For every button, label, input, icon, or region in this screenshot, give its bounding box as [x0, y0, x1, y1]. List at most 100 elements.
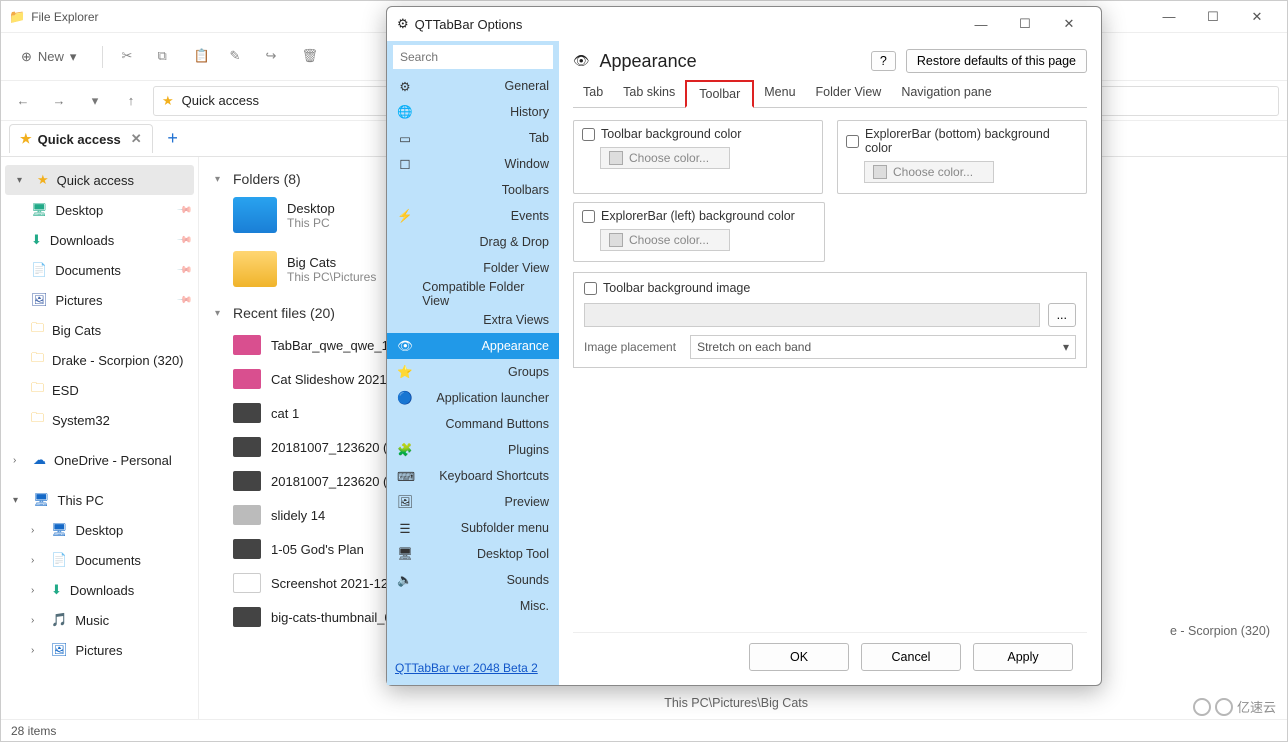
tree-onedrive[interactable]: ›☁OneDrive - Personal	[1, 445, 198, 475]
file-name: cat 1	[271, 406, 299, 421]
chk-toolbar-bg[interactable]: Toolbar background color	[582, 127, 814, 141]
cat-tab[interactable]: ▭Tab	[387, 125, 559, 151]
tree-esd[interactable]: 🗀ESD	[1, 375, 198, 405]
dlg-maximize-button[interactable]: ☐	[1003, 10, 1047, 38]
tree-documents[interactable]: 📄Documents	[1, 255, 198, 285]
checkbox[interactable]	[582, 128, 595, 141]
choose-color-button[interactable]: Choose color...	[600, 147, 730, 169]
tree-drake[interactable]: 🗀Drake - Scorpion (320)	[1, 345, 198, 375]
share-icon[interactable]: ↪	[265, 48, 283, 66]
version-link[interactable]: QTTabBar ver 2048 Beta 2	[395, 661, 551, 675]
paste-icon[interactable]: 📋	[193, 48, 211, 66]
cat-misc[interactable]: Misc.	[387, 593, 559, 619]
ok-button[interactable]: OK	[749, 643, 849, 671]
rename-icon[interactable]: ✎	[229, 48, 247, 66]
search-input[interactable]	[393, 45, 553, 69]
cat-cmdbuttons[interactable]: Command Buttons	[387, 411, 559, 437]
chk-toolbar-image[interactable]: Toolbar background image	[584, 281, 1076, 295]
cat-label: Folder View	[483, 261, 549, 275]
restore-defaults-button[interactable]: Restore defaults of this page	[906, 49, 1087, 73]
cat-label: Desktop Tool	[477, 547, 549, 561]
cat-label: Misc.	[520, 599, 549, 613]
image-path-input[interactable]	[584, 303, 1040, 327]
tree-thispc[interactable]: ▾🖥This PC	[1, 485, 198, 515]
choose-color-button[interactable]: Choose color...	[600, 229, 730, 251]
cat-appearance[interactable]: 👁Appearance	[387, 333, 559, 359]
chk-explorerbar-bottom[interactable]: ExplorerBar (bottom) background color	[846, 127, 1078, 155]
tab-navpane[interactable]: Navigation pane	[891, 79, 1001, 107]
cat-label: Subfolder menu	[461, 521, 549, 535]
cat-extraviews[interactable]: Extra Views	[387, 307, 559, 333]
cat-desktoptool[interactable]: 🖥Desktop Tool	[387, 541, 559, 567]
cat-preview[interactable]: 🖼Preview	[387, 489, 559, 515]
tree-system32[interactable]: 🗀System32	[1, 405, 198, 435]
tab-quick-access[interactable]: ★ Quick access ✕	[9, 124, 153, 153]
cat-window[interactable]: ☐Window	[387, 151, 559, 177]
checkbox[interactable]	[584, 282, 597, 295]
dlg-minimize-button[interactable]: —	[959, 10, 1003, 38]
choose-color-button[interactable]: Choose color...	[864, 161, 994, 183]
apply-button[interactable]: Apply	[973, 643, 1073, 671]
tree-pc-desktop[interactable]: ›🖥Desktop	[1, 515, 198, 545]
cut-icon[interactable]: ✂	[121, 48, 139, 66]
tree-label: Downloads	[50, 233, 114, 248]
thumb-icon	[233, 437, 261, 457]
recent-dropdown[interactable]: ▾	[81, 87, 109, 115]
back-button[interactable]: ←	[9, 87, 37, 115]
items-count: 28 items	[11, 724, 56, 738]
cat-toolbars[interactable]: Toolbars	[387, 177, 559, 203]
cancel-button[interactable]: Cancel	[861, 643, 961, 671]
close-button[interactable]: ✕	[1235, 3, 1279, 31]
cat-groups[interactable]: ⭐Groups	[387, 359, 559, 385]
cat-sounds[interactable]: 🔈Sounds	[387, 567, 559, 593]
tab-menu[interactable]: Menu	[754, 79, 805, 107]
dialog-sidebar: ⚙General 🌐History ▭Tab ☐Window Toolbars …	[387, 41, 559, 685]
cat-history[interactable]: 🌐History	[387, 99, 559, 125]
tree-bigcats[interactable]: 🗀Big Cats	[1, 315, 198, 345]
maximize-button[interactable]: ☐	[1191, 3, 1235, 31]
tree-pc-pictures[interactable]: ›🖼Pictures	[1, 635, 198, 665]
cat-events[interactable]: ⚡Events	[387, 203, 559, 229]
forward-button[interactable]: →	[45, 87, 73, 115]
checkbox[interactable]	[582, 210, 595, 223]
cat-compat[interactable]: Compatible Folder View	[387, 281, 559, 307]
tab-folderview[interactable]: Folder View	[806, 79, 892, 107]
cat-label: Window	[505, 157, 549, 171]
cat-applauncher[interactable]: 🔵Application launcher	[387, 385, 559, 411]
tree-pictures[interactable]: 🖼Pictures	[1, 285, 198, 315]
up-button[interactable]: ↑	[117, 87, 145, 115]
tree-quick-access[interactable]: ▾★Quick access	[5, 165, 194, 195]
tree-desktop[interactable]: 🖥Desktop	[1, 195, 198, 225]
cat-folderview[interactable]: Folder View	[387, 255, 559, 281]
cat-plugins[interactable]: 🧩Plugins	[387, 437, 559, 463]
tab-tabskins[interactable]: Tab skins	[613, 79, 685, 107]
cat-shortcuts[interactable]: ⌨Keyboard Shortcuts	[387, 463, 559, 489]
new-tab-button[interactable]: +	[159, 125, 187, 153]
help-button[interactable]: ?	[871, 51, 896, 71]
status-bar: 28 items	[1, 719, 1287, 741]
file-name: Cat Slideshow 2021	[271, 372, 387, 387]
new-button[interactable]: ⊕ New ▾	[13, 45, 84, 69]
cat-label: Groups	[508, 365, 549, 379]
tree-pc-music[interactable]: ›🎵Music	[1, 605, 198, 635]
chk-label: Toolbar background image	[603, 281, 750, 295]
minimize-button[interactable]: —	[1147, 3, 1191, 31]
tree-downloads[interactable]: ⬇Downloads	[1, 225, 198, 255]
tree-pc-downloads[interactable]: ›⬇Downloads	[1, 575, 198, 605]
copy-icon[interactable]: ⧉	[157, 48, 175, 66]
checkbox[interactable]	[846, 135, 859, 148]
cat-general[interactable]: ⚙General	[387, 73, 559, 99]
browse-button[interactable]: ...	[1048, 303, 1076, 327]
dialog-title: QTTabBar Options	[415, 17, 523, 32]
delete-icon[interactable]: 🗑	[301, 48, 319, 66]
tab-close-icon[interactable]: ✕	[131, 131, 142, 147]
tab-toolbar[interactable]: Toolbar	[685, 80, 754, 108]
dlg-close-button[interactable]: ✕	[1047, 10, 1091, 38]
tab-tab[interactable]: Tab	[573, 79, 613, 107]
cat-subfolder[interactable]: ☰Subfolder menu	[387, 515, 559, 541]
divider	[102, 46, 103, 68]
tree-pc-documents[interactable]: ›📄Documents	[1, 545, 198, 575]
chk-explorerbar-left[interactable]: ExplorerBar (left) background color	[582, 209, 816, 223]
cat-dragdrop[interactable]: Drag & Drop	[387, 229, 559, 255]
placement-select[interactable]: Stretch on each band▾	[690, 335, 1076, 359]
